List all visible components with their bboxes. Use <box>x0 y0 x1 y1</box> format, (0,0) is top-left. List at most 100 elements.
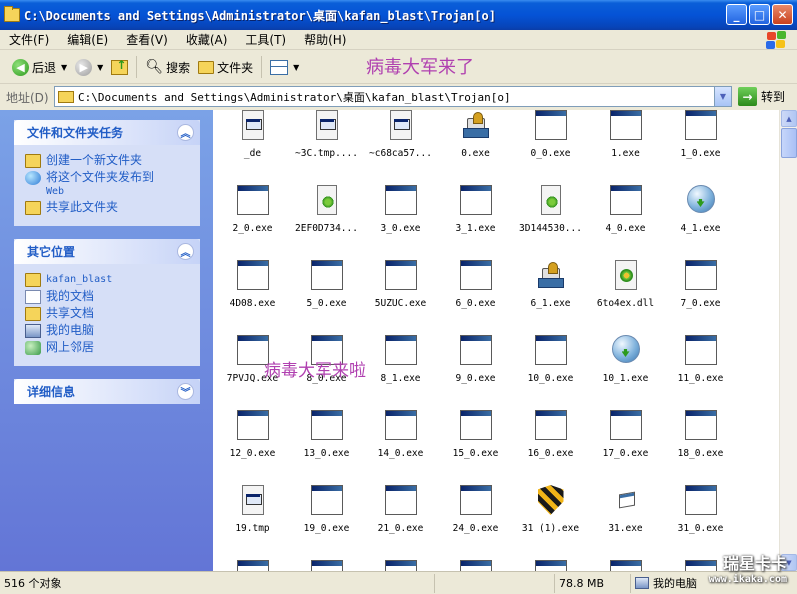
file-item[interactable]: 19_0.exe <box>289 485 364 534</box>
collapse-icon[interactable]: ︽ <box>177 124 194 141</box>
file-icon-box <box>310 110 344 142</box>
task-share-folder[interactable]: 共享此文件夹 <box>25 201 192 215</box>
file-name: 19.tmp <box>235 523 270 534</box>
file-item[interactable]: 4_1.exe <box>663 185 738 234</box>
file-item[interactable]: 7_0.exe <box>663 260 738 309</box>
file-item[interactable]: 31_0.exe <box>663 485 738 534</box>
file-item[interactable]: 11_0.exe <box>663 335 738 384</box>
minimize-button[interactable]: _ <box>726 4 747 25</box>
close-button[interactable]: ✕ <box>772 4 793 25</box>
file-icon-box <box>459 185 493 217</box>
file-item[interactable] <box>215 560 290 571</box>
scroll-thumb[interactable] <box>781 128 797 158</box>
chevron-down-icon: ▼ <box>293 62 300 72</box>
file-item[interactable]: 16_0.exe <box>513 410 588 459</box>
scroll-up-button[interactable]: ▲ <box>781 110 797 127</box>
file-item[interactable]: 3_0.exe <box>363 185 438 234</box>
address-dropdown-button[interactable]: ▼ <box>714 87 731 106</box>
menu-help[interactable]: 帮助(H) <box>295 31 355 48</box>
details-header[interactable]: 详细信息 ︾ <box>14 379 200 404</box>
file-item[interactable]: 2_0.exe <box>215 185 290 234</box>
file-item[interactable]: 6to4ex.dll <box>588 260 663 309</box>
file-item[interactable]: 8_1.exe <box>363 335 438 384</box>
file-name: 31_0.exe <box>677 523 724 534</box>
chevron-down-icon[interactable]: ▼ <box>97 63 103 72</box>
file-item[interactable]: 15_0.exe <box>438 410 513 459</box>
maximize-button[interactable]: □ <box>749 4 770 25</box>
file-tasks-header[interactable]: 文件和文件夹任务 ︽ <box>14 120 200 145</box>
go-button[interactable]: → 转到 <box>738 87 785 106</box>
place-shared-documents[interactable]: 共享文档 <box>25 307 192 321</box>
file-item[interactable]: ~c68ca57... <box>363 110 438 159</box>
menu-view[interactable]: 查看(V) <box>117 31 177 48</box>
file-item[interactable]: 12_0.exe <box>215 410 290 459</box>
win-file-icon <box>609 560 642 571</box>
go-arrow-icon: → <box>738 87 757 106</box>
place-my-computer[interactable]: 我的电脑 <box>25 324 192 338</box>
file-name: 10_1.exe <box>602 373 649 384</box>
file-item[interactable]: 19.tmp <box>215 485 290 534</box>
menu-edit[interactable]: 编辑(E) <box>58 31 117 48</box>
file-item[interactable]: 31 (1).exe <box>513 485 588 534</box>
other-places-header[interactable]: 其它位置 ︽ <box>14 239 200 264</box>
file-item[interactable] <box>513 560 588 571</box>
chevron-down-icon[interactable]: ▼ <box>61 63 67 72</box>
search-button[interactable]: 🔍︎ 搜索 <box>141 57 194 78</box>
file-item[interactable]: 18_0.exe <box>663 410 738 459</box>
file-item[interactable]: 14_0.exe <box>363 410 438 459</box>
file-item[interactable]: 1_0.exe <box>663 110 738 159</box>
file-item[interactable]: 31.exe <box>588 485 663 534</box>
collapse-icon[interactable]: ︽ <box>177 243 194 260</box>
task-publish-web[interactable]: 将这个文件夹发布到 Web <box>25 171 192 198</box>
file-item[interactable]: 10_0.exe <box>513 335 588 384</box>
views-button[interactable]: ▼ <box>266 58 303 77</box>
file-item[interactable]: 13_0.exe <box>289 410 364 459</box>
file-item[interactable]: 3D144530... <box>513 185 588 234</box>
place-kafan-blast[interactable]: kafan_blast <box>25 273 192 287</box>
file-item[interactable]: 4_0.exe <box>588 185 663 234</box>
file-item[interactable]: 21_0.exe <box>363 485 438 534</box>
file-item[interactable]: 10_1.exe <box>588 335 663 384</box>
file-icon-box <box>384 410 418 442</box>
file-list-view[interactable]: _de ~3C.tmp.... ~c68ca57... 0.exe 0_0.exe 1.e… <box>213 110 779 571</box>
file-item[interactable]: ~3C.tmp.... <box>289 110 364 159</box>
status-location-label: 我的电脑 <box>653 577 697 590</box>
file-item[interactable]: 6_0.exe <box>438 260 513 309</box>
folders-label: 文件夹 <box>217 60 254 75</box>
file-item[interactable] <box>289 560 364 571</box>
file-icon-box <box>236 560 270 571</box>
expand-icon[interactable]: ︾ <box>177 383 194 400</box>
file-icon-box <box>609 335 643 367</box>
file-item[interactable]: 4D08.exe <box>215 260 290 309</box>
file-item[interactable]: 5UZUC.exe <box>363 260 438 309</box>
place-network[interactable]: 网上邻居 <box>25 341 192 355</box>
file-item[interactable]: 0_0.exe <box>513 110 588 159</box>
folders-button[interactable]: 文件夹 <box>194 57 257 78</box>
file-item[interactable] <box>438 560 513 571</box>
place-my-documents[interactable]: 我的文档 <box>25 290 192 304</box>
win-file-icon <box>384 485 417 515</box>
forward-button[interactable]: ▶ ▼ <box>71 57 107 78</box>
menu-file[interactable]: 文件(F) <box>0 31 58 48</box>
menu-favorites[interactable]: 收藏(A) <box>177 31 237 48</box>
file-item[interactable]: 1.exe <box>588 110 663 159</box>
file-item[interactable]: 0.exe <box>438 110 513 159</box>
vertical-scrollbar[interactable]: ▲ ▼ <box>779 110 797 571</box>
folder-icon <box>198 60 215 74</box>
file-item[interactable]: 3_1.exe <box>438 185 513 234</box>
menu-tools[interactable]: 工具(T) <box>236 31 295 48</box>
file-item[interactable]: 24_0.exe <box>438 485 513 534</box>
title-bar[interactable]: C:\Documents and Settings\Administrator\… <box>0 0 797 30</box>
file-item[interactable]: 5_0.exe <box>289 260 364 309</box>
file-item[interactable]: 9_0.exe <box>438 335 513 384</box>
address-input[interactable]: C:\Documents and Settings\Administrator\… <box>54 86 732 107</box>
file-item[interactable] <box>363 560 438 571</box>
task-new-folder[interactable]: 创建一个新文件夹 <box>25 154 192 168</box>
file-item[interactable] <box>588 560 663 571</box>
file-item[interactable]: _de <box>215 110 290 159</box>
file-item[interactable]: 6_1.exe <box>513 260 588 309</box>
up-folder-button[interactable]: ↑ <box>107 58 132 77</box>
file-item[interactable]: 17_0.exe <box>588 410 663 459</box>
file-item[interactable]: 2EF0D734... <box>289 185 364 234</box>
back-button[interactable]: ◀ 后退 ▼ <box>8 57 71 78</box>
